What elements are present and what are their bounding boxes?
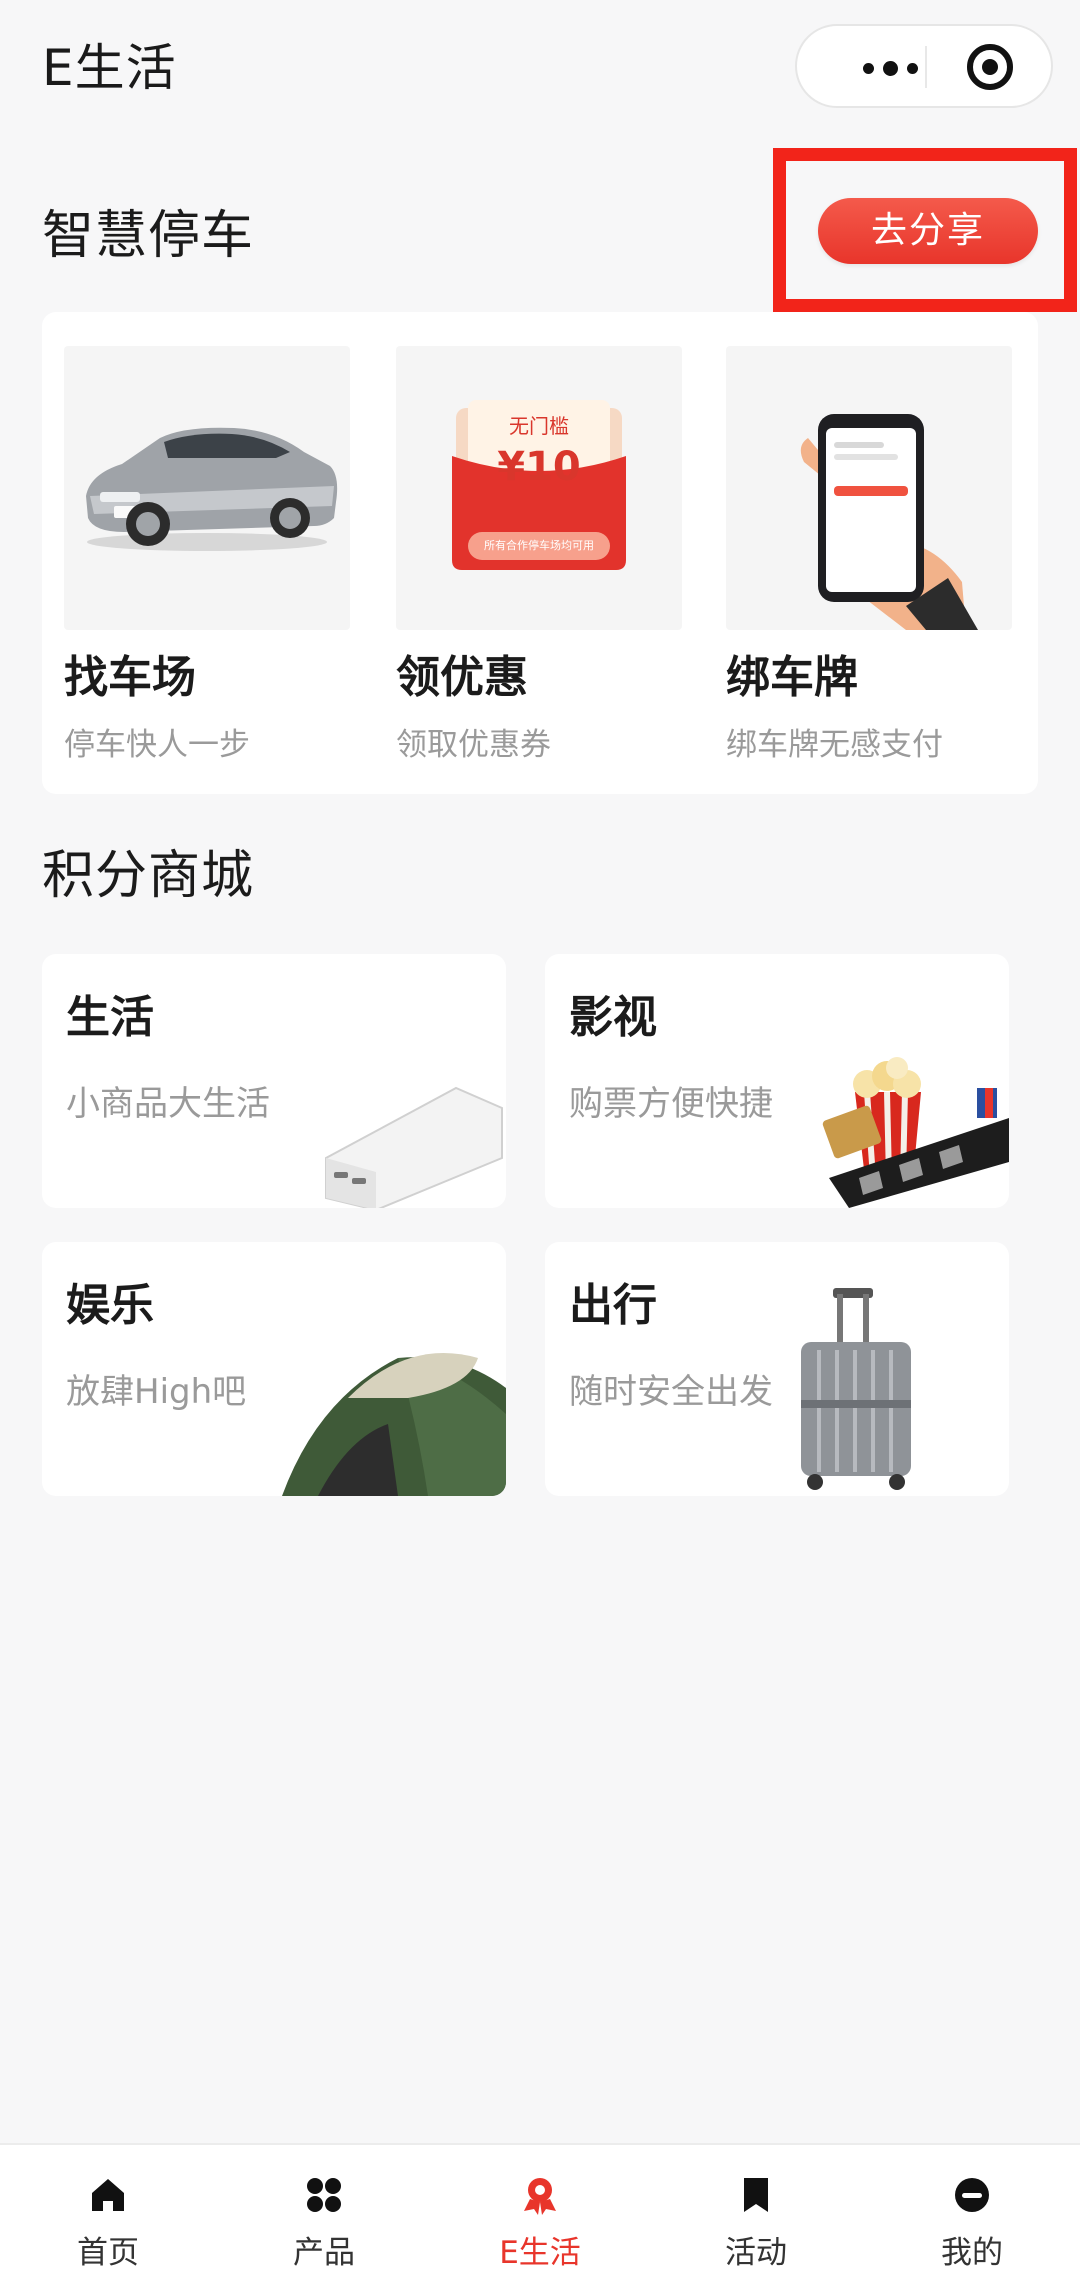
- mall-card-title: 娱乐: [66, 1280, 154, 1331]
- popcorn-film-image: [809, 1028, 1009, 1208]
- capsule-divider: [925, 46, 927, 88]
- mall-card-title: 生活: [66, 992, 154, 1043]
- power-bank-image: [316, 1048, 506, 1208]
- mini-program-capsule: [795, 24, 1053, 108]
- parking-item-title: 领优惠: [396, 652, 528, 703]
- mall-card-subtitle: 放肆High吧: [66, 1372, 247, 1412]
- grid-icon: [307, 2178, 341, 2212]
- tab-products[interactable]: 产品: [216, 2145, 432, 2283]
- tab-label: E生活: [499, 2235, 581, 2271]
- parking-item-coupon[interactable]: 无门槛 ¥10 所有合作停车场均可用 领优惠 领取优惠券: [374, 312, 682, 794]
- mall-card-subtitle: 随时安全出发: [569, 1372, 773, 1412]
- coupon-amount: ¥10: [497, 444, 581, 490]
- parking-item-find-lot[interactable]: 找车场 停车快人一步: [42, 312, 350, 794]
- parking-item-subtitle: 领取优惠券: [396, 727, 551, 763]
- tab-label: 我的: [941, 2235, 1003, 2271]
- mall-card-title: 影视: [569, 992, 657, 1043]
- tent-image: [278, 1328, 506, 1496]
- tab-label: 首页: [77, 2235, 139, 2271]
- share-button[interactable]: 去分享: [818, 198, 1038, 264]
- coupon-top-text: 无门槛: [509, 414, 569, 438]
- mall-section-title: 积分商城: [42, 846, 255, 906]
- target-icon[interactable]: [967, 44, 1013, 90]
- parking-section-title: 智慧停车: [42, 206, 255, 266]
- mall-card-subtitle: 购票方便快捷: [569, 1084, 773, 1124]
- tab-home[interactable]: 首页: [0, 2145, 216, 2283]
- parking-item-title: 绑车牌: [726, 652, 858, 703]
- mall-card-life[interactable]: 生活 小商品大生活: [42, 954, 506, 1208]
- coupon-note: 所有合作停车场均可用: [484, 539, 594, 552]
- parking-item-subtitle: 停车快人一步: [64, 727, 250, 763]
- parking-card: 找车场 停车快人一步 无门槛 ¥10 所有合作停车场均可用 领优惠 领取优惠券: [42, 312, 1038, 794]
- tab-mine[interactable]: 我的: [864, 2145, 1080, 2283]
- tab-label: 活动: [725, 2235, 787, 2271]
- tab-activities[interactable]: 活动: [648, 2145, 864, 2283]
- mall-card-subtitle: 小商品大生活: [66, 1084, 270, 1124]
- mall-card-movies[interactable]: 影视 购票方便快捷: [545, 954, 1009, 1208]
- top-bar: E生活: [0, 0, 1080, 130]
- tab-label: 产品: [293, 2235, 355, 2271]
- car-image: [64, 346, 350, 630]
- mall-card-entertainment[interactable]: 娱乐 放肆High吧: [42, 1242, 506, 1496]
- phone-in-hand-image: [726, 346, 1012, 630]
- ribbon-icon: [524, 2178, 556, 2215]
- parking-item-bind-plate[interactable]: 绑车牌 绑车牌无感支付: [704, 312, 1012, 794]
- bookmark-icon: [744, 2178, 768, 2212]
- user-icon: [955, 2178, 989, 2212]
- coupon-image: 无门槛 ¥10 所有合作停车场均可用: [396, 346, 682, 630]
- parking-item-subtitle: 绑车牌无感支付: [726, 727, 943, 763]
- tab-elife[interactable]: E生活: [432, 2145, 648, 2283]
- page-title: E生活: [42, 39, 177, 97]
- parking-item-title: 找车场: [64, 652, 196, 703]
- more-dots-icon[interactable]: [835, 52, 945, 84]
- mall-card-title: 出行: [569, 1280, 657, 1331]
- mall-card-travel[interactable]: 出行 随时安全出发: [545, 1242, 1009, 1496]
- home-icon: [92, 2179, 124, 2211]
- suitcase-image: [775, 1284, 945, 1496]
- bottom-tab-bar: 首页 产品 E生活 活动 我的: [0, 2143, 1080, 2283]
